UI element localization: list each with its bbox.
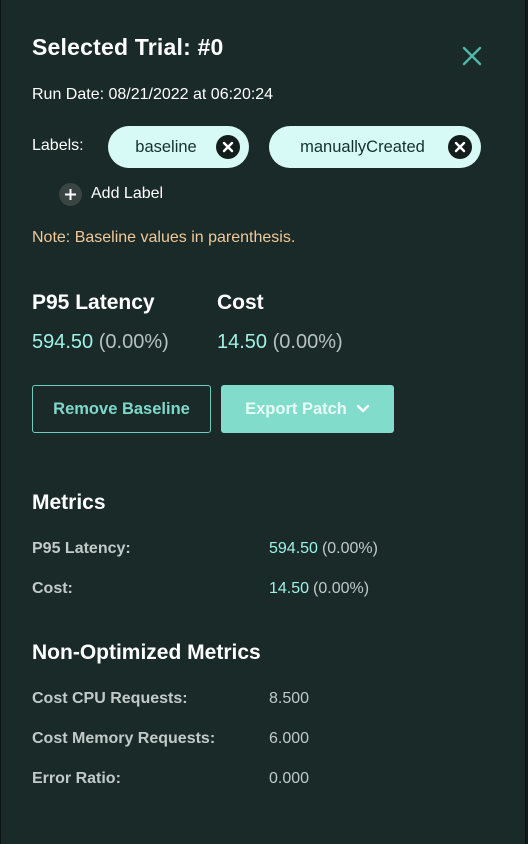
- metric-value-number: 594.50: [269, 540, 318, 557]
- metric-row-value: 14.50 (0.00%): [269, 580, 369, 598]
- chevron-down-icon: [356, 400, 370, 419]
- panel-title: Selected Trial: #0: [32, 34, 224, 60]
- summary-value-number: 594.50: [32, 331, 94, 353]
- metric-row-label: Cost:: [32, 580, 73, 597]
- trial-details-panel: Selected Trial: #0 Run Date: 08/21/2022 …: [0, 0, 526, 844]
- summary-metric-name: P95 Latency: [32, 291, 155, 314]
- summary-metric-value: 14.50 (0.00%): [217, 331, 343, 354]
- label-chip-text: manuallyCreated: [300, 137, 425, 156]
- metric-row-value: 594.50 (0.00%): [269, 540, 378, 558]
- add-label-button[interactable]: Add Label: [59, 182, 163, 206]
- non-optimized-row-value: 0.000: [269, 770, 310, 787]
- add-label-text: Add Label: [91, 185, 164, 202]
- label-chip-text: baseline: [135, 137, 197, 156]
- metric-value-pct: (0.00%): [313, 580, 370, 597]
- metric-value-pct: (0.00%): [321, 540, 378, 557]
- non-optimized-row-value: 8.500: [269, 690, 310, 707]
- non-optimized-row-value: 6.000: [269, 730, 310, 747]
- metric-row-label: P95 Latency:: [32, 540, 131, 557]
- remove-baseline-button[interactable]: Remove Baseline: [32, 385, 211, 433]
- non-optimized-section-title: Non-Optimized Metrics: [32, 641, 261, 664]
- remove-circle-icon: [222, 141, 234, 153]
- export-patch-button[interactable]: Export Patch: [221, 385, 394, 433]
- metrics-section-title: Metrics: [32, 491, 106, 514]
- summary-metric-name: Cost: [217, 291, 264, 314]
- non-optimized-row-label: Error Ratio:: [32, 770, 121, 787]
- export-patch-label: Export Patch: [245, 399, 347, 418]
- summary-value-pct: (0.00%): [98, 331, 169, 353]
- remove-circle-icon: [454, 141, 466, 153]
- summary-value-pct: (0.00%): [272, 331, 343, 353]
- run-date: Run Date: 08/21/2022 at 06:20:24: [32, 86, 274, 103]
- summary-value-number: 14.50: [217, 331, 268, 353]
- remove-label-button[interactable]: [448, 135, 472, 159]
- close-icon: [462, 46, 482, 66]
- summary-metric-value: 594.50 (0.00%): [32, 331, 169, 354]
- baseline-note: Note: Baseline values in parenthesis.: [32, 229, 296, 246]
- metric-value-number: 14.50: [269, 580, 310, 597]
- labels-caption: Labels:: [32, 137, 84, 154]
- non-optimized-row-label: Cost Memory Requests:: [32, 730, 216, 747]
- non-optimized-row-label: Cost CPU Requests:: [32, 690, 188, 707]
- close-button[interactable]: [458, 42, 486, 70]
- label-chip-baseline[interactable]: baseline: [108, 126, 249, 168]
- plus-circle-icon: [59, 182, 82, 206]
- remove-label-button[interactable]: [216, 135, 240, 159]
- label-chip-manually-created[interactable]: manuallyCreated: [269, 126, 481, 168]
